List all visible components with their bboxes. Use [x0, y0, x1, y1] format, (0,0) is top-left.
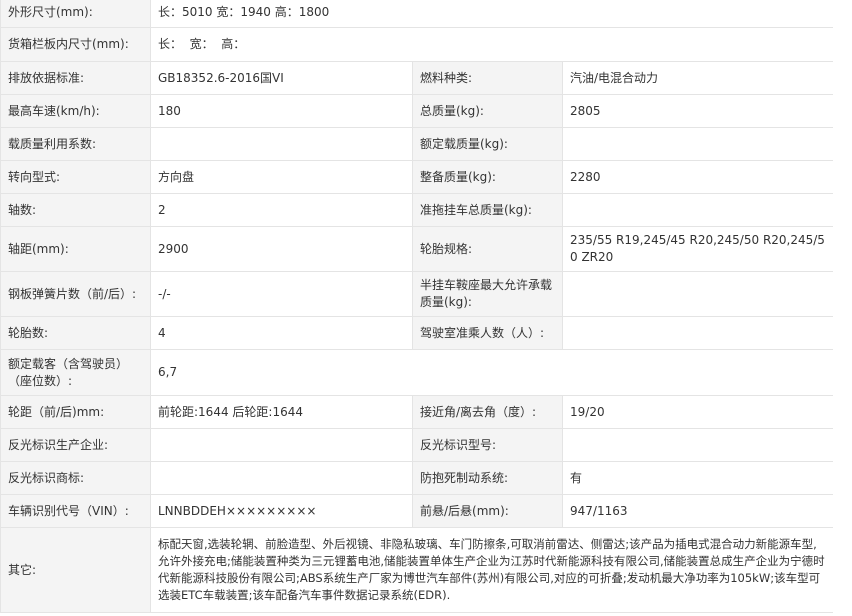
spec-label: 额定载质量(kg):: [412, 127, 563, 161]
spec-label: 车辆识别代号（VIN）:: [0, 494, 151, 528]
table-row: 排放依据标准: GB18352.6-2016国VI 燃料种类: 汽油/电混合动力: [0, 61, 835, 95]
spec-value: -/-: [150, 271, 413, 317]
spec-value: [561, 193, 835, 227]
spec-value: [561, 127, 835, 161]
spec-label: 货箱栏板内尺寸(mm):: [0, 27, 151, 62]
spec-label: 额定载客（含驾驶员）（座位数）:: [0, 349, 151, 396]
spec-label: 轴距(mm):: [0, 226, 151, 272]
spec-label: 前悬/后悬(mm):: [412, 494, 563, 528]
table-row: 最高车速(km/h): 180 总质量(kg): 2805: [0, 94, 835, 128]
table-row: 轴数: 2 准拖挂车总质量(kg):: [0, 193, 835, 227]
spec-value: 标配天窗,选装轮辋、前脸造型、外后视镜、非隐私玻璃、车门防擦条,可取消前雷达、侧…: [149, 527, 835, 613]
spec-value: 汽油/电混合动力: [561, 61, 835, 95]
spec-label: 燃料种类:: [412, 61, 563, 95]
spec-label: 轮距（前/后)mm:: [0, 395, 151, 429]
spec-value: [150, 461, 413, 495]
spec-value: 2280: [561, 160, 835, 194]
table-row: 货箱栏板内尺寸(mm): 长： 宽： 高：: [0, 27, 835, 62]
spec-value: [561, 428, 835, 462]
spec-label: 反光标识生产企业:: [0, 428, 151, 462]
spec-value: 有: [561, 461, 835, 495]
table-row: 轴距(mm): 2900 轮胎规格: 235/55 R19,245/45 R20…: [0, 226, 835, 272]
table-row: 轮胎数: 4 驾驶室准乘人数（人）:: [0, 316, 835, 350]
table-row: 车辆识别代号（VIN）: LNNBDDEH××××××××× 前悬/后悬(mm)…: [0, 494, 835, 528]
table-row: 钢板弹簧片数（前/后）: -/- 半挂车鞍座最大允许承载质量(kg):: [0, 271, 835, 317]
spec-label: 载质量利用系数:: [0, 127, 151, 161]
spec-value: 方向盘: [150, 160, 413, 194]
spec-label: 总质量(kg):: [412, 94, 563, 128]
spec-label: 半挂车鞍座最大允许承载质量(kg):: [412, 271, 563, 317]
spec-value: [150, 127, 413, 161]
table-row: 额定载客（含驾驶员）（座位数）: 6,7: [0, 349, 835, 396]
spec-value: 19/20: [561, 395, 835, 429]
spec-label: 轴数:: [0, 193, 151, 227]
page-margin: [833, 0, 852, 616]
table-row: 其它: 标配天窗,选装轮辋、前脸造型、外后视镜、非隐私玻璃、车门防擦条,可取消前…: [0, 527, 835, 613]
spec-value: 180: [150, 94, 413, 128]
spec-label: 驾驶室准乘人数（人）:: [412, 316, 563, 350]
table-row: 反光标识生产企业: 反光标识型号:: [0, 428, 835, 462]
spec-value: LNNBDDEH×××××××××: [150, 494, 413, 528]
table-row: 反光标识商标: 防抱死制动系统: 有: [0, 461, 835, 495]
spec-label: 轮胎数:: [0, 316, 151, 350]
table-row: 转向型式: 方向盘 整备质量(kg): 2280: [0, 160, 835, 194]
spec-value: [150, 428, 413, 462]
spec-value: 6,7: [149, 349, 835, 396]
spec-label: 反光标识型号:: [412, 428, 563, 462]
spec-value: 长：5010 宽：1940 高：1800: [149, 0, 835, 28]
table-row: 轮距（前/后)mm: 前轮距:1644 后轮距:1644 接近角/离去角（度）:…: [0, 395, 835, 429]
spec-value: 2900: [150, 226, 413, 272]
spec-label: 准拖挂车总质量(kg):: [412, 193, 563, 227]
spec-label: 排放依据标准:: [0, 61, 151, 95]
spec-label: 外形尺寸(mm):: [0, 0, 151, 28]
spec-label: 其它:: [0, 527, 151, 613]
table-row: 外形尺寸(mm): 长：5010 宽：1940 高：1800: [0, 0, 835, 28]
spec-label: 反光标识商标:: [0, 461, 151, 495]
spec-value: 4: [150, 316, 413, 350]
spec-label: 钢板弹簧片数（前/后）:: [0, 271, 151, 317]
spec-value: 2: [150, 193, 413, 227]
spec-value: 947/1163: [561, 494, 835, 528]
spec-value: [561, 316, 835, 350]
spec-value: 前轮距:1644 后轮距:1644: [150, 395, 413, 429]
spec-label: 最高车速(km/h):: [0, 94, 151, 128]
spec-label: 接近角/离去角（度）:: [412, 395, 563, 429]
spec-label: 整备质量(kg):: [412, 160, 563, 194]
spec-label: 防抱死制动系统:: [412, 461, 563, 495]
vehicle-spec-table: 外形尺寸(mm): 长：5010 宽：1940 高：1800 货箱栏板内尺寸(m…: [0, 0, 835, 613]
spec-label: 轮胎规格:: [412, 226, 563, 272]
spec-value: 235/55 R19,245/45 R20,245/50 R20,245/50 …: [561, 226, 835, 272]
spec-value: [561, 271, 835, 317]
spec-value: 长： 宽： 高：: [149, 27, 835, 62]
spec-value: 2805: [561, 94, 835, 128]
table-row: 载质量利用系数: 额定载质量(kg):: [0, 127, 835, 161]
spec-label: 转向型式:: [0, 160, 151, 194]
spec-value: GB18352.6-2016国VI: [150, 61, 413, 95]
